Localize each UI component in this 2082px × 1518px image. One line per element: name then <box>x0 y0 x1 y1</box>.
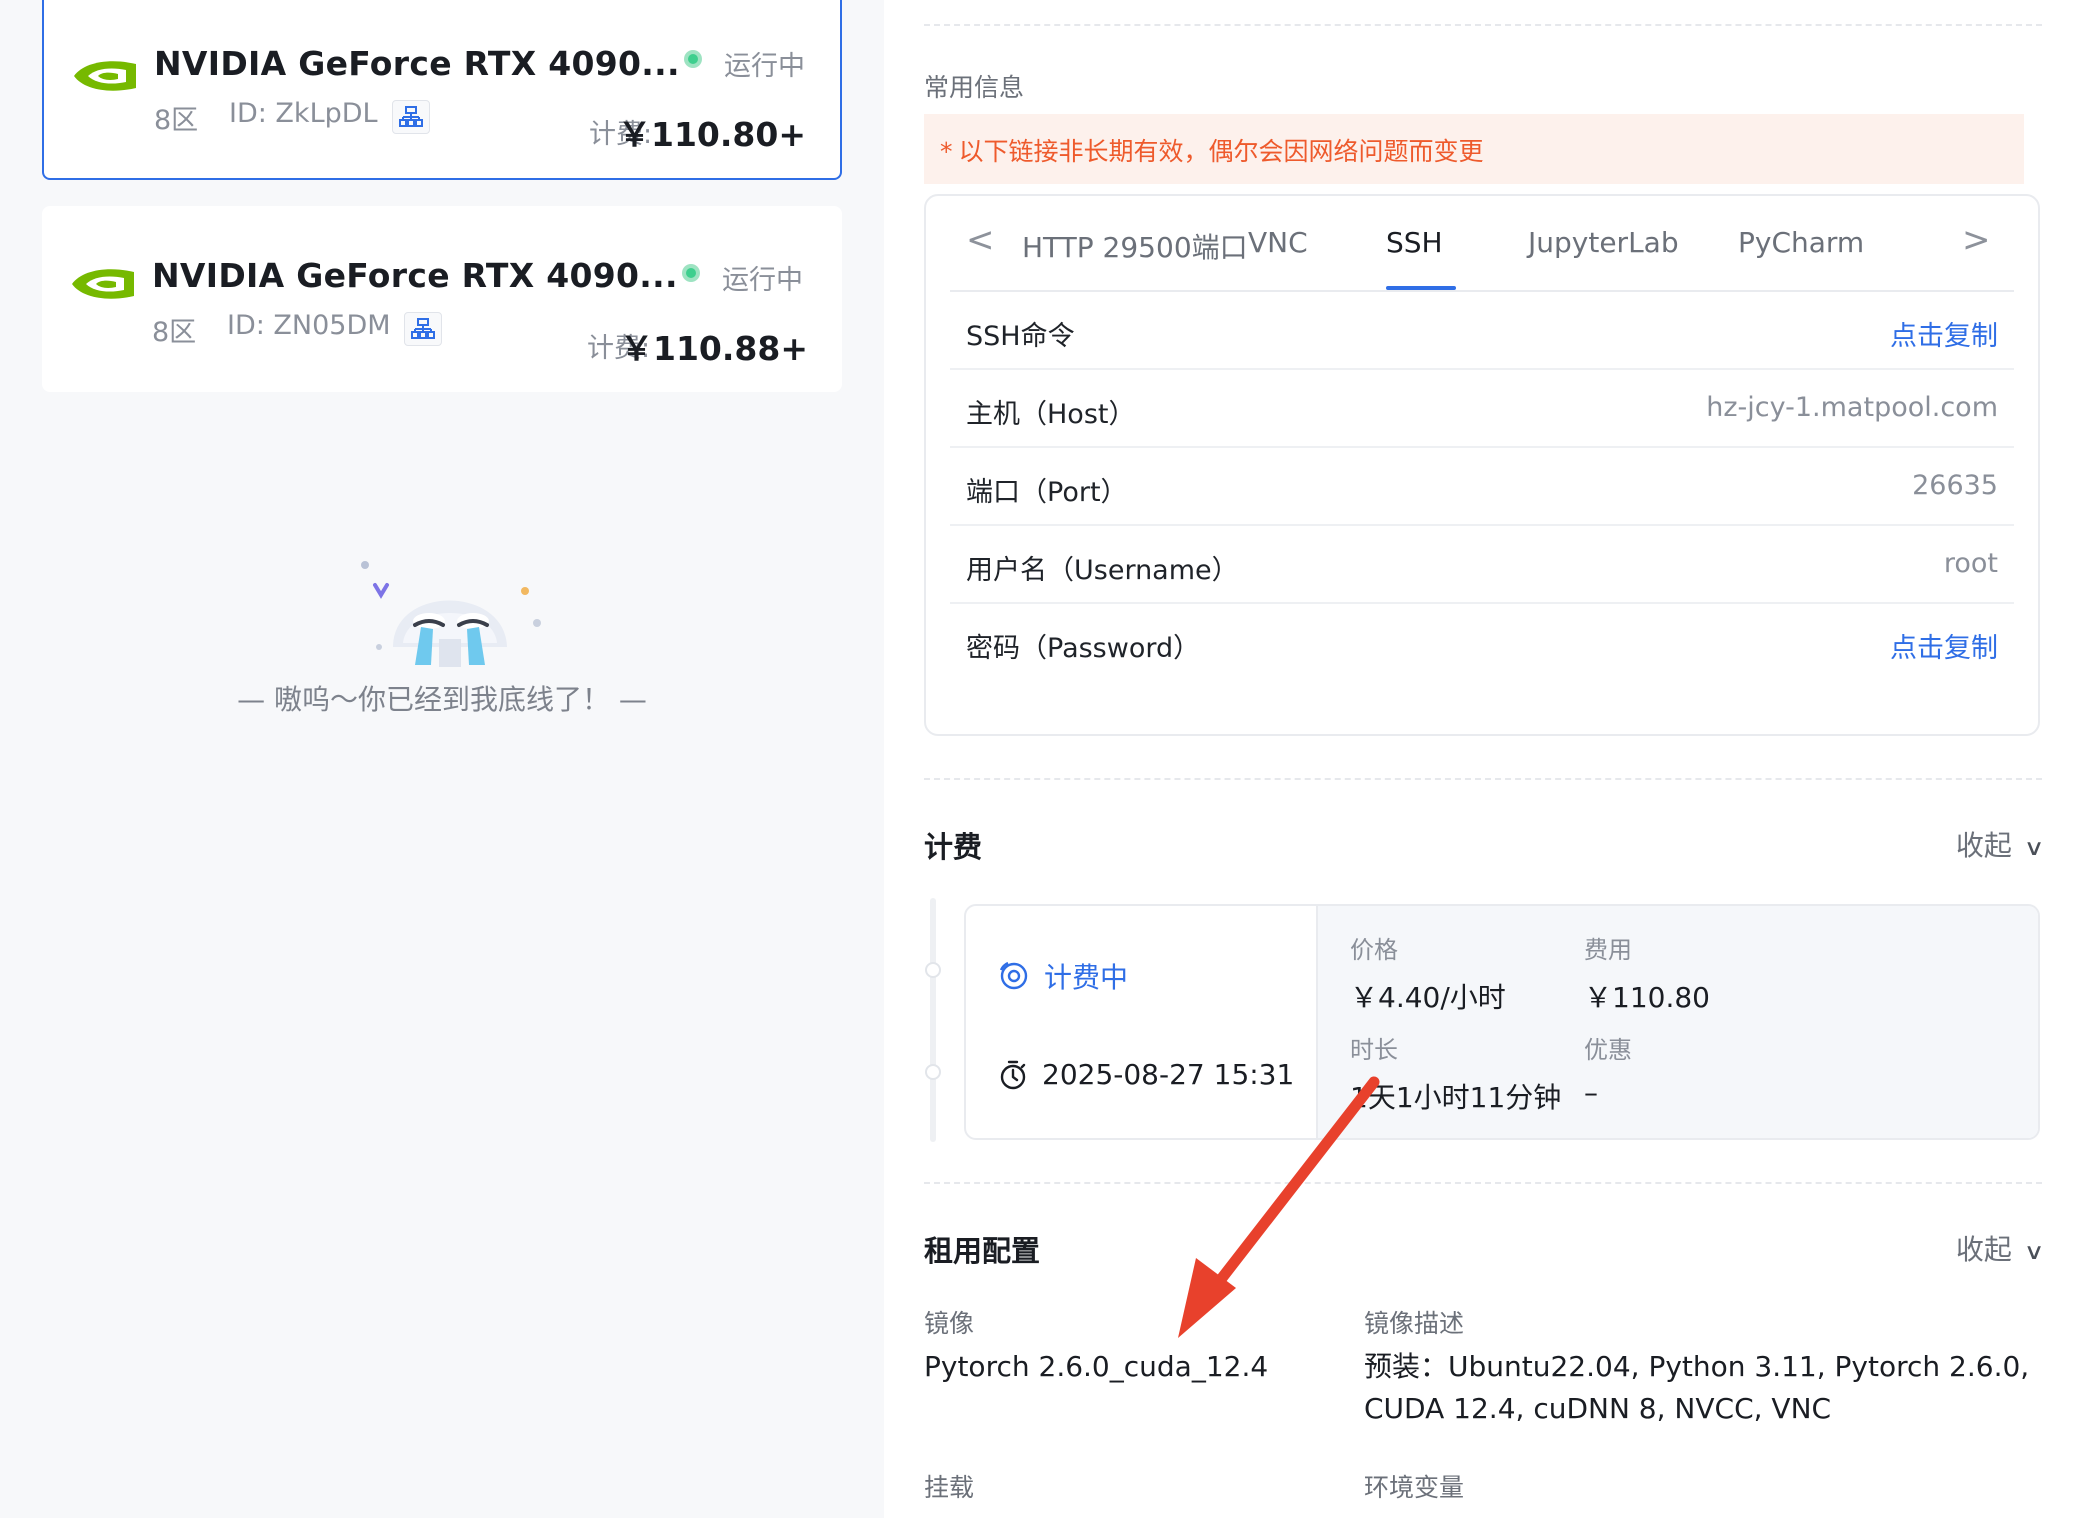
stopwatch-icon <box>1000 1060 1026 1089</box>
billing-collapse-label: 收起 <box>1955 829 2012 862</box>
port-label: 端口（Port） <box>966 477 1128 508</box>
crying-mascot-icon <box>361 561 541 667</box>
network-icon[interactable] <box>404 312 442 346</box>
tab-http-29500[interactable]: HTTP 29500端口 <box>1022 226 1248 266</box>
instance-fee: ￥110.80+ <box>618 115 806 154</box>
billing-timeline <box>930 898 936 1142</box>
instance-name: NVIDIA GeForce RTX 4090... <box>154 44 680 83</box>
discount-value: – <box>1584 1076 1598 1109</box>
cost-label: 费用 <box>1584 936 1632 964</box>
access-tabs: < HTTP 29500端口 VNC SSH JupyterLab PyChar… <box>950 196 2014 292</box>
ssh-command-label: SSH命令 <box>966 321 1075 352</box>
mount-label: 挂载 <box>924 1473 975 1502</box>
password-row: 密码（Password） 点击复制 <box>950 604 2014 682</box>
price-label: 价格 <box>1350 936 1398 964</box>
instance-fee: ￥110.88+ <box>620 329 808 368</box>
password-label: 密码（Password） <box>966 633 1201 664</box>
copy-ssh-command-link[interactable]: 点击复制 <box>1890 314 1998 353</box>
image-desc-label: 镜像描述 <box>1364 1309 1465 1338</box>
host-row: 主机（Host） hz-jcy-1.matpool.com <box>950 370 2014 448</box>
instance-status: 运行中 <box>724 51 805 82</box>
image-desc-line-2: CUDA 12.4, cuDNN 8, NVCC, VNC <box>1364 1392 1832 1425</box>
chevron-down-icon: ∨ <box>2023 1240 2045 1265</box>
timeline-node <box>925 1064 941 1080</box>
nvidia-logo-icon <box>74 61 136 91</box>
instance-id: ID: ZkLpDL <box>229 98 378 129</box>
copy-password-link[interactable]: 点击复制 <box>1890 626 1998 665</box>
running-status-dot-icon <box>682 264 700 282</box>
instance-list-panel: NVIDIA GeForce RTX 4090... 8区 ID: ZkLpDL… <box>0 0 884 1518</box>
instance-zone: 8区 <box>154 105 199 136</box>
duration-label: 时长 <box>1350 1036 1398 1064</box>
access-info-box: < HTTP 29500端口 VNC SSH JupyterLab PyChar… <box>924 194 2040 736</box>
instance-zone: 8区 <box>152 317 197 348</box>
divider <box>924 1182 2042 1184</box>
host-label: 主机（Host） <box>966 399 1136 430</box>
instance-card-2[interactable]: NVIDIA GeForce RTX 4090... 8区 ID: ZN05DM… <box>42 206 842 392</box>
common-info-caption: 常用信息 <box>924 73 1025 102</box>
warning-star: * <box>940 137 953 166</box>
network-icon[interactable] <box>392 100 430 134</box>
image-label: 镜像 <box>924 1309 975 1338</box>
image-desc-line-1: 预装：Ubuntu22.04, Python 3.11, Pytorch 2.6… <box>1364 1350 2030 1383</box>
warning-text: 以下链接非长期有效，偶尔会因网络问题而变更 <box>958 137 1484 166</box>
cost-value: ￥110.80 <box>1584 981 1710 1014</box>
config-section-title: 租用配置 <box>924 1234 1041 1268</box>
billing-active-icon <box>999 961 1028 990</box>
billing-start-time: 2025-08-27 15:31 <box>998 1058 1294 1091</box>
port-value: 26635 <box>1912 470 1998 501</box>
port-row: 端口（Port） 26635 <box>950 448 2014 526</box>
duration-value: 1天1小时11分钟 <box>1350 1081 1562 1114</box>
username-label: 用户名（Username） <box>966 555 1239 586</box>
price-value: ￥4.40/小时 <box>1350 981 1506 1014</box>
host-value: hz-jcy-1.matpool.com <box>1706 392 1998 423</box>
instance-name: NVIDIA GeForce RTX 4090... <box>152 256 678 295</box>
discount-label: 优惠 <box>1584 1036 1632 1064</box>
tab-prev-arrow-icon[interactable]: < <box>966 220 995 260</box>
instance-detail-panel: 常用信息 * 以下链接非长期有效，偶尔会因网络问题而变更 < HTTP 29500… <box>884 0 2082 1518</box>
tab-next-arrow-icon[interactable]: > <box>1962 220 1991 260</box>
billing-status-text: 计费中 <box>1044 961 1129 994</box>
username-row: 用户名（Username） root <box>950 526 2014 604</box>
divider <box>924 778 2042 780</box>
active-tab-indicator <box>1386 286 1456 290</box>
instance-id: ID: ZN05DM <box>227 310 391 341</box>
instance-status: 运行中 <box>722 265 803 296</box>
running-status-dot-icon <box>684 50 702 68</box>
billing-collapse-toggle[interactable]: 收起 ∨ <box>1955 824 2045 864</box>
divider <box>924 24 2042 26</box>
config-collapse-toggle[interactable]: 收起 ∨ <box>1955 1228 2045 1268</box>
ssh-command-row: SSH命令 点击复制 <box>950 292 2014 370</box>
billing-start-time-text: 2025-08-27 15:31 <box>1042 1058 1295 1091</box>
image-value: Pytorch 2.6.0_cuda_12.4 <box>924 1350 1269 1383</box>
chevron-down-icon: ∨ <box>2023 836 2045 861</box>
billing-section-title: 计费 <box>924 830 983 864</box>
username-value: root <box>1943 548 1998 579</box>
timeline-node <box>925 962 941 978</box>
tab-jupyterlab[interactable]: JupyterLab <box>1528 226 1679 259</box>
billing-status: 计费中 <box>998 956 1128 996</box>
billing-box: 计费中 2025-08-27 15:31 价格 ￥4.40/小时 费用 ￥110… <box>964 904 2040 1140</box>
instance-card-1[interactable]: NVIDIA GeForce RTX 4090... 8区 ID: ZkLpDL… <box>42 0 842 180</box>
tab-vnc[interactable]: VNC <box>1248 226 1308 259</box>
end-of-list-text: — 嗷呜～你已经到我底线了！ — <box>237 683 647 716</box>
link-validity-warning: * 以下链接非长期有效，偶尔会因网络问题而变更 <box>924 114 2024 184</box>
env-vars-label: 环境变量 <box>1364 1473 1465 1502</box>
billing-details: 价格 ￥4.40/小时 费用 ￥110.80 时长 1天1小时11分钟 优惠 – <box>1316 906 2038 1138</box>
config-collapse-label: 收起 <box>1955 1233 2012 1266</box>
nvidia-logo-icon <box>72 269 134 299</box>
tab-ssh[interactable]: SSH <box>1386 226 1443 259</box>
tab-pycharm[interactable]: PyCharm <box>1738 226 1864 259</box>
